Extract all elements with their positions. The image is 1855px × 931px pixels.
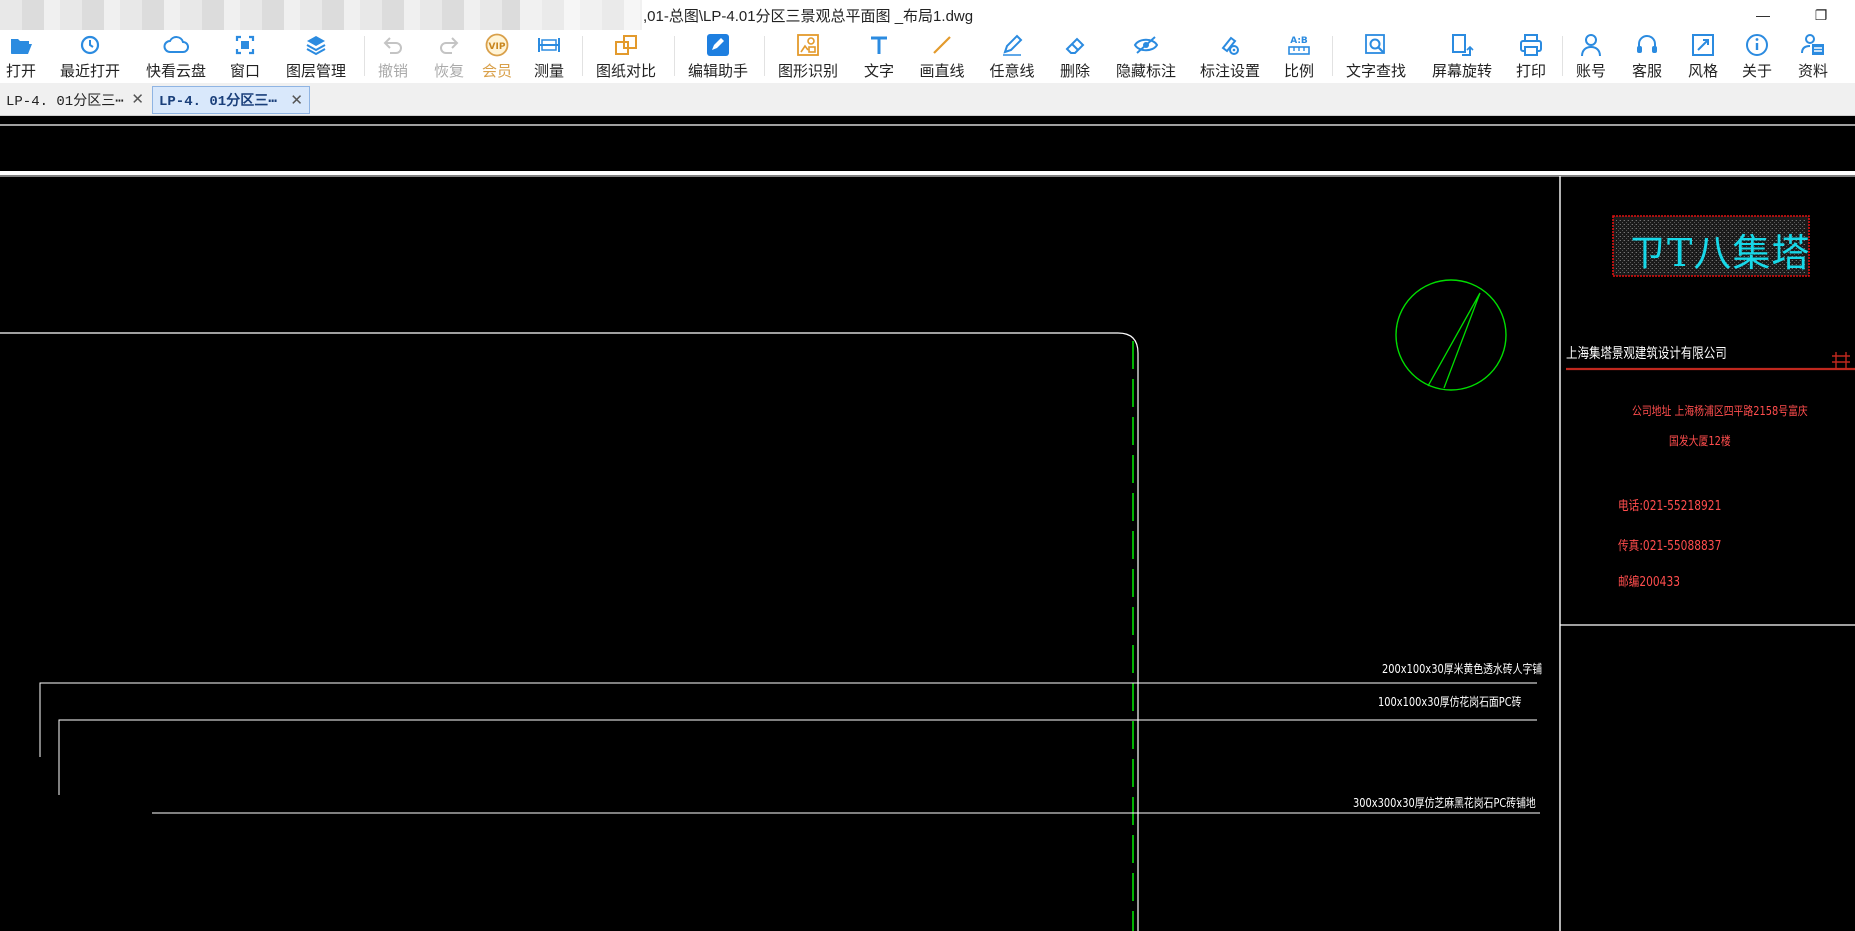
scale-button[interactable]: A:B 比例 [1282, 32, 1316, 82]
minimize-button[interactable]: — [1740, 0, 1786, 30]
user-icon [1578, 32, 1604, 58]
redacted-title-area [0, 0, 520, 30]
company-address-line1: 公司地址 上海杨浦区四平路2158号富庆 [1632, 404, 1808, 418]
window-button[interactable]: 窗口 [228, 32, 262, 82]
minimize-icon: — [1756, 7, 1770, 23]
undo-button[interactable]: 撤销 [376, 32, 410, 82]
cloud-icon [163, 32, 189, 58]
toolbar-separator [764, 36, 765, 76]
headset-icon [1634, 32, 1660, 58]
svg-text:A:B: A:B [1290, 36, 1308, 46]
restore-icon: ❐ [1814, 6, 1828, 23]
material-note: 100x100x30厚仿花岗石面PC砖 [1378, 695, 1522, 709]
edit-assistant-icon [705, 32, 731, 58]
material-note: 200x100x30厚米黄色透水砖人字铺 [1382, 662, 1543, 676]
toolbar-separator [364, 36, 365, 76]
window-title: ,01-总图\LP-4.01分区三景观总平面图 _布局1.dwg [643, 8, 974, 25]
about-button[interactable]: 关于 [1740, 32, 1774, 82]
company-phone: 电话:021-55218921 [1618, 499, 1722, 514]
vip-button[interactable]: VIP 会员 [480, 32, 514, 82]
document-tab-active[interactable]: LP-4. 01分区三⋯ ✕ [152, 86, 310, 114]
ruler-icon [536, 32, 562, 58]
recent-open-button[interactable]: 最近打开 [58, 32, 122, 82]
style-icon [1690, 32, 1716, 58]
shape-recognition-icon [795, 32, 821, 58]
compare-icon [613, 32, 639, 58]
company-address-line2: 国发大厦12楼 [1669, 434, 1731, 448]
svg-text:VIP: VIP [489, 42, 506, 52]
cad-drawing [0, 124, 1855, 931]
scale-icon: A:B [1286, 32, 1312, 58]
annotation-settings-button[interactable]: 标注设置 [1198, 32, 1262, 82]
logo-text: ㄗT八集塔 [1628, 231, 1811, 275]
open-button[interactable]: 打开 [4, 32, 38, 82]
company-fax: 传真:021-55088837 [1618, 539, 1722, 554]
print-button[interactable]: 打印 [1514, 32, 1548, 82]
company-name: 上海集塔景观建筑设计有限公司 [1566, 346, 1727, 362]
redacted-title-area [520, 0, 642, 30]
redo-icon [436, 32, 462, 58]
delete-button[interactable]: 删除 [1058, 32, 1092, 82]
history-icon [77, 32, 103, 58]
north-arrow-symbol [1395, 279, 1507, 391]
eye-hide-icon [1133, 32, 1159, 58]
layers-icon [303, 32, 329, 58]
document-tab[interactable]: LP-4. 01分区三⋯ ✕ [0, 86, 150, 114]
cloud-drive-button[interactable]: 快看云盘 [144, 32, 208, 82]
shape-recognition-button[interactable]: 图形识别 [776, 32, 840, 82]
hide-annotation-button[interactable]: 隐藏标注 [1114, 32, 1178, 82]
folder-open-icon [8, 32, 34, 58]
material-note: 300x300x30厚仿芝麻黑花岗石PC砖铺地 [1353, 796, 1536, 810]
info-icon [1744, 32, 1770, 58]
edit-assistant-button[interactable]: 编辑助手 [686, 32, 750, 82]
partial-red-glyph [1832, 352, 1850, 368]
title-bar: ,01-总图\LP-4.01分区三景观总平面图 _布局1.dwg — ❐ [0, 0, 1855, 30]
redo-button[interactable]: 恢复 [432, 32, 466, 82]
toolbar-separator [674, 36, 675, 76]
documents-button[interactable]: 资料 [1796, 32, 1830, 82]
account-button[interactable]: 账号 [1574, 32, 1608, 82]
text-search-button[interactable]: 文字查找 [1344, 32, 1408, 82]
text-button[interactable]: 文字 [862, 32, 896, 82]
close-icon[interactable]: ✕ [131, 90, 144, 108]
company-postcode: 邮编200433 [1618, 575, 1681, 590]
toolbar-separator [582, 36, 583, 76]
style-button[interactable]: 风格 [1686, 32, 1720, 82]
leader-line [58, 719, 1537, 795]
tab-label: LP-4. 01分区三⋯ [6, 94, 124, 110]
text-icon [866, 32, 892, 58]
tab-label: LP-4. 01分区三⋯ [159, 94, 277, 110]
drawing-canvas[interactable]: ㄗT八集塔 上海集塔景观建筑设计有限公司 公司地址 上海杨浦区四平路2158号富… [0, 116, 1855, 931]
annotation-settings-icon [1217, 32, 1243, 58]
site-boundary-line [0, 332, 1139, 931]
rotate-screen-button[interactable]: 屏幕旋转 [1430, 32, 1494, 82]
restore-button[interactable]: ❐ [1798, 0, 1844, 30]
line-icon [929, 32, 955, 58]
close-icon[interactable]: ✕ [290, 91, 303, 109]
window-icon [232, 32, 258, 58]
toolbar-separator [1332, 36, 1333, 76]
toolbar-separator [1562, 36, 1563, 76]
layer-manager-button[interactable]: 图层管理 [284, 32, 348, 82]
rotate-screen-icon [1449, 32, 1475, 58]
draw-line-button[interactable]: 画直线 [918, 32, 966, 82]
documents-icon [1800, 32, 1826, 58]
pen-icon [999, 32, 1025, 58]
customer-service-button[interactable]: 客服 [1630, 32, 1664, 82]
cad-viewer-window: ,01-总图\LP-4.01分区三景观总平面图 _布局1.dwg — ❐ 打开 … [0, 0, 1855, 931]
vip-icon: VIP [484, 32, 510, 58]
printer-icon [1518, 32, 1544, 58]
document-tab-bar: LP-4. 01分区三⋯ ✕ LP-4. 01分区三⋯ ✕ [0, 83, 1855, 116]
main-toolbar: 打开 最近打开 快看云盘 窗口 图层管理 撤销 恢复 VIP 会员 测量 图纸对… [0, 30, 1855, 83]
undo-icon [380, 32, 406, 58]
eraser-icon [1062, 32, 1088, 58]
text-search-icon [1363, 32, 1389, 58]
drawing-compare-button[interactable]: 图纸对比 [594, 32, 658, 82]
measure-button[interactable]: 测量 [532, 32, 566, 82]
freehand-line-button[interactable]: 任意线 [988, 32, 1036, 82]
